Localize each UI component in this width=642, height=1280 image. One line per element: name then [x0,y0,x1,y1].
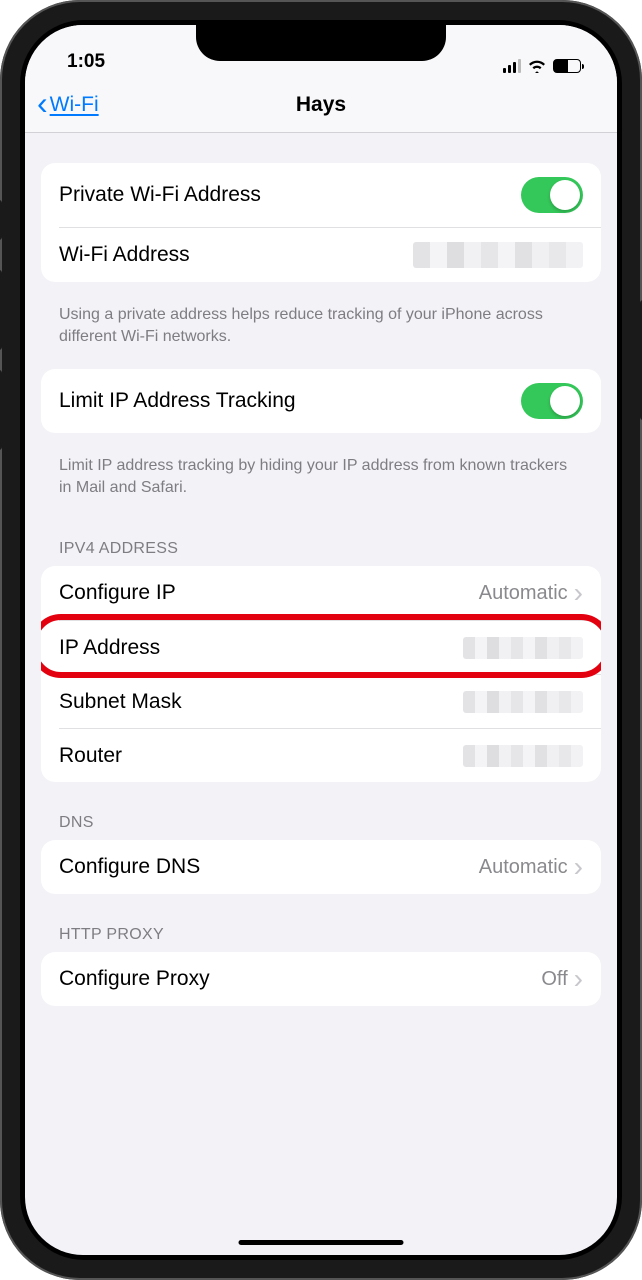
row-label: IP Address [59,636,160,660]
group-proxy: Configure Proxy Off › [41,952,601,1006]
row-configure-ip[interactable]: Configure IP Automatic › [41,566,601,620]
row-label: Router [59,744,122,768]
navigation-bar: ‹ Wi-Fi Hays [25,77,617,133]
chevron-right-icon: › [574,972,583,986]
home-indicator[interactable] [239,1240,404,1245]
redacted-value [463,637,583,659]
redacted-value [463,745,583,767]
row-label: Configure IP [59,581,176,605]
chevron-right-icon: › [574,860,583,874]
group-limit-tracking: Limit IP Address Tracking [41,369,601,433]
toggle-limit-tracking[interactable] [521,383,583,419]
chevron-right-icon: › [574,586,583,600]
group-ipv4: Configure IP Automatic › IP Address Subn… [41,566,601,782]
back-label: Wi-Fi [50,93,99,117]
group-private-wifi: Private Wi-Fi Address Wi-Fi Address [41,163,601,282]
row-router: Router [59,728,601,782]
back-button[interactable]: ‹ Wi-Fi [37,93,99,117]
row-configure-dns[interactable]: Configure DNS Automatic › [41,840,601,894]
group-footer: Limit IP address tracking by hiding your… [25,445,617,520]
battery-icon [553,59,581,73]
page-title: Hays [25,93,617,117]
row-ip-address: IP Address [59,620,601,674]
row-wifi-address: Wi-Fi Address [59,227,601,282]
group-dns: Configure DNS Automatic › [41,840,601,894]
status-time: 1:05 [67,51,105,73]
settings-content[interactable]: Private Wi-Fi Address Wi-Fi Address Usin… [25,133,617,1255]
section-header-ipv4: IPV4 ADDRESS [25,520,617,566]
row-label: Configure DNS [59,855,200,879]
row-subnet-mask: Subnet Mask [59,674,601,728]
row-value: Automatic [479,856,568,879]
row-label: Configure Proxy [59,967,210,991]
wifi-icon [527,58,547,73]
cellular-icon [503,59,522,73]
group-footer: Using a private address helps reduce tra… [25,294,617,369]
row-label: Subnet Mask [59,690,182,714]
row-label: Wi-Fi Address [59,243,190,267]
section-header-dns: DNS [25,794,617,840]
chevron-left-icon: ‹ [37,94,48,113]
row-label: Private Wi-Fi Address [59,183,261,207]
row-value: Off [541,968,567,991]
row-limit-ip-tracking[interactable]: Limit IP Address Tracking [41,369,601,433]
row-value: Automatic [479,582,568,605]
section-header-proxy: HTTP PROXY [25,906,617,952]
redacted-value [463,691,583,713]
row-label: Limit IP Address Tracking [59,389,296,413]
row-private-wifi-address[interactable]: Private Wi-Fi Address [41,163,601,227]
redacted-value [413,242,583,268]
row-configure-proxy[interactable]: Configure Proxy Off › [41,952,601,1006]
toggle-private-wifi[interactable] [521,177,583,213]
device-notch [196,25,446,61]
